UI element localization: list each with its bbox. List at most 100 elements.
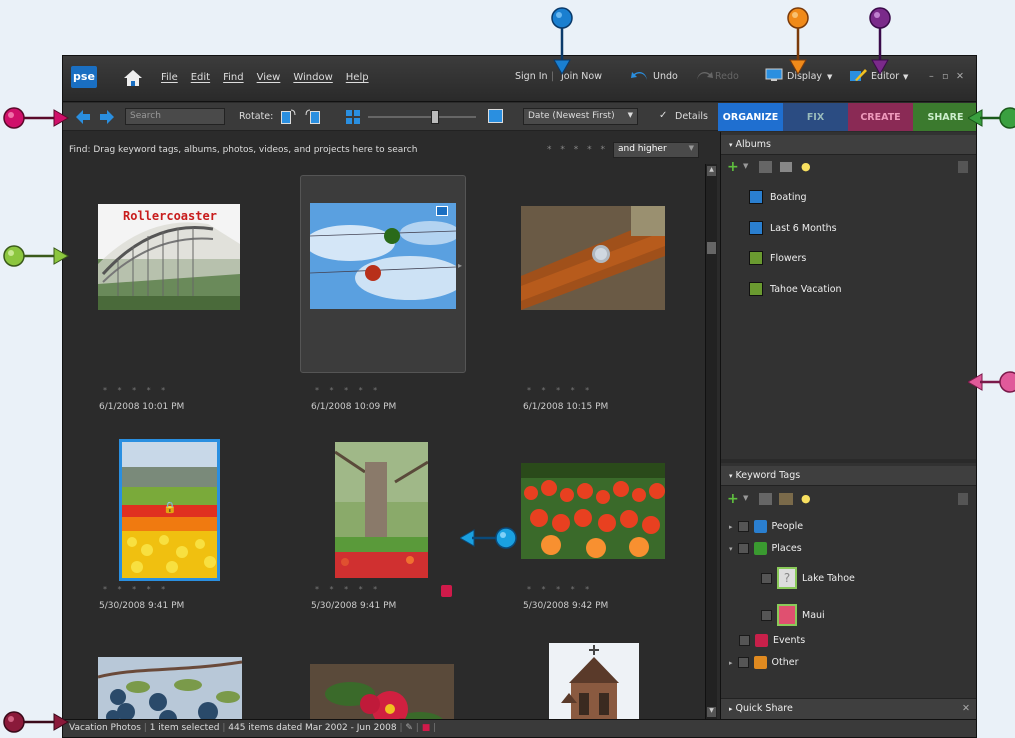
display-icon[interactable] — [765, 68, 783, 82]
chevron-down-icon: ▼ — [827, 73, 833, 81]
edit-album-icon[interactable] — [759, 161, 772, 173]
tab-organize[interactable]: ORGANIZE — [718, 103, 783, 131]
album-item[interactable]: Tahoe Vacation — [749, 282, 842, 296]
sign-in-link[interactable]: Sign In — [515, 71, 548, 82]
redo-button[interactable]: Redo — [715, 71, 739, 82]
menu-help[interactable]: Help — [346, 72, 369, 83]
single-photo-view-icon[interactable] — [488, 109, 503, 123]
rotate-right-icon[interactable] — [305, 108, 321, 125]
close-icon[interactable]: ✕ — [956, 71, 964, 82]
grid-scrollbar[interactable]: ▲ ▼ — [705, 164, 717, 719]
rating-stars[interactable]: * * * * * — [315, 386, 381, 395]
grid-view-icon[interactable] — [345, 109, 361, 125]
rating-stars[interactable]: * * * * * — [527, 585, 593, 594]
checkbox — [761, 609, 772, 621]
search-input[interactable]: Search — [125, 108, 225, 125]
keywords-toolbar: + ▼ ● — [721, 488, 976, 510]
stack-icon[interactable] — [436, 206, 448, 216]
rating-stars[interactable]: * * * * * — [103, 386, 169, 395]
timeline-icon[interactable]: ✎ — [405, 723, 413, 733]
menu-file[interactable]: File — [161, 72, 178, 83]
rating-stars[interactable]: * * * * * — [547, 145, 608, 155]
photo-date: 5/30/2008 9:41 PM — [311, 601, 397, 611]
keyword-tags-header[interactable]: ▾ Keyword Tags — [721, 466, 976, 486]
add-keyword-icon[interactable]: + — [727, 491, 739, 507]
quick-share-header[interactable]: ▸ Quick Share ✕ — [721, 698, 976, 720]
photo-thumbnail[interactable] — [310, 203, 456, 309]
checkbox — [737, 543, 749, 554]
scroll-down-icon[interactable]: ▼ — [707, 707, 716, 717]
checkbox — [739, 635, 750, 646]
photo-date: 6/1/2008 10:01 PM — [99, 402, 185, 412]
status-album: Vacation Photos — [69, 723, 141, 733]
keyword-tag-icon[interactable] — [441, 585, 452, 597]
trash-icon[interactable] — [958, 161, 968, 173]
checkmark-icon[interactable]: ✓ — [659, 110, 667, 121]
edit-keyword-icon[interactable] — [759, 493, 772, 505]
slider-handle[interactable] — [431, 110, 439, 124]
task-pane: ▾ Albums + ▼ ● Boating Last 6 Months Flo… — [720, 132, 976, 722]
status-selected: 1 item selected — [149, 723, 220, 733]
menu-edit[interactable]: Edit — [191, 72, 210, 83]
home-icon[interactable] — [123, 68, 143, 88]
photo-date: 6/1/2008 10:15 PM — [523, 402, 609, 412]
find-instructions: Find: Drag keyword tags, albums, photos,… — [69, 145, 418, 155]
albums-header[interactable]: ▾ Albums — [721, 135, 976, 155]
callout-pin-purple — [869, 7, 891, 76]
chevron-down-icon: ▼ — [903, 73, 909, 81]
rotate-left-icon[interactable] — [280, 108, 296, 125]
sort-order-select[interactable]: Date (Newest First) ▼ — [523, 108, 638, 125]
add-album-icon[interactable]: + — [727, 159, 739, 175]
tab-fix[interactable]: FIX — [783, 103, 848, 131]
menu-window[interactable]: Window — [293, 72, 332, 83]
rating-stars[interactable]: * * * * * — [315, 585, 381, 594]
album-item[interactable]: Last 6 Months — [749, 221, 837, 235]
flower-tag-icon — [777, 604, 797, 626]
menu-view[interactable]: View — [257, 72, 281, 83]
panel-divider[interactable] — [721, 459, 976, 463]
callout-pin-magenta — [3, 107, 70, 129]
editor-icon[interactable] — [849, 68, 867, 82]
undo-button[interactable]: Undo — [653, 71, 678, 82]
scroll-thumb[interactable] — [707, 242, 716, 254]
chevron-down-icon[interactable]: ▼ — [743, 162, 748, 170]
scroll-up-icon[interactable]: ▲ — [707, 166, 716, 176]
lightbulb-icon[interactable]: ● — [801, 492, 811, 505]
undo-icon[interactable] — [631, 68, 649, 82]
people-tag-icon[interactable] — [779, 493, 793, 505]
expand-arrow-icon[interactable]: ▸ — [458, 261, 462, 270]
album-item[interactable]: Flowers — [749, 251, 806, 265]
photo-thumbnail[interactable] — [521, 463, 665, 559]
photo-date: 5/30/2008 9:41 PM — [99, 601, 185, 611]
photo-thumbnail[interactable] — [521, 206, 665, 310]
album-item[interactable]: Boating — [749, 190, 807, 204]
album-view-icon[interactable] — [779, 161, 793, 173]
lightbulb-icon[interactable]: ● — [801, 160, 811, 173]
keyword-maui[interactable]: Maui — [761, 604, 825, 626]
keyword-lake-tahoe[interactable]: ? Lake Tahoe — [761, 567, 855, 589]
back-arrow-icon[interactable] — [75, 109, 91, 125]
menu-bar: File Edit Find View Window Help — [161, 72, 369, 83]
keyword-category-other[interactable]: ▸ Other — [729, 656, 799, 669]
tab-create[interactable]: CREATE — [848, 103, 913, 131]
callout-pin-cyan — [460, 527, 517, 549]
callout-pin-pink — [968, 371, 1015, 393]
keyword-category-events[interactable]: Events — [739, 634, 805, 647]
forward-arrow-icon[interactable] — [99, 109, 115, 125]
keyword-category-places[interactable]: ▾ Places — [729, 542, 802, 555]
photo-thumbnail[interactable] — [335, 442, 428, 578]
thumbnail-size-slider[interactable] — [368, 116, 476, 118]
restore-icon[interactable]: ▫ — [942, 71, 948, 82]
rating-stars[interactable]: * * * * * — [527, 386, 593, 395]
callout-pin-maroon — [3, 711, 70, 733]
rating-stars[interactable]: * * * * * — [103, 585, 169, 594]
keyword-category-people[interactable]: ▸ People — [729, 520, 803, 533]
menu-find[interactable]: Find — [223, 72, 244, 83]
callout-pin-lime — [3, 245, 70, 267]
keyword-tag-icon[interactable]: ■ — [422, 723, 431, 733]
rating-filter-select[interactable]: and higher ▼ — [613, 142, 699, 158]
minimize-icon[interactable]: – — [929, 71, 934, 82]
chevron-down-icon[interactable]: ▼ — [743, 494, 748, 502]
trash-icon[interactable] — [958, 493, 968, 505]
redo-icon[interactable] — [695, 68, 713, 82]
